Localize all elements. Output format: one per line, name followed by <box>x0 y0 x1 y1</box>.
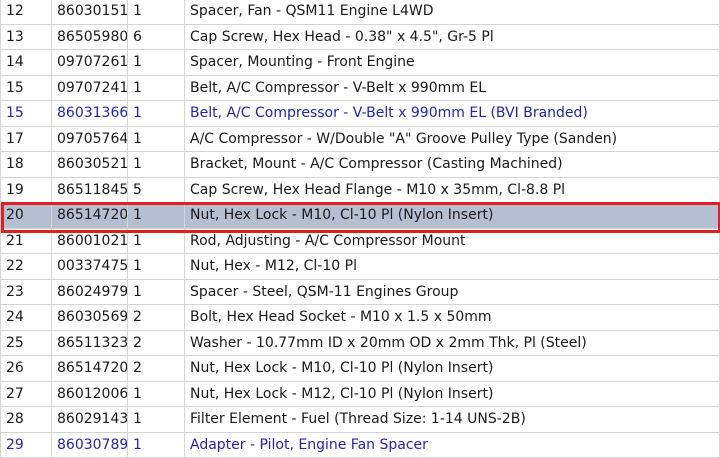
parts-list-body: 12 86030151 1 Spacer, Fan - QSM11 Engine L4… <box>0 0 720 458</box>
description-cell: Nut, Hex Lock - M10, Cl-10 Pl (Nylon Ins… <box>184 202 720 229</box>
description-cell: Cap Screw, Hex Head Flange - M10 x 35mm,… <box>184 176 720 203</box>
part-number-cell: 86514720 <box>51 202 128 229</box>
part-number-cell: 86029143 <box>51 406 128 433</box>
row-number-cell: 20 <box>0 202 52 229</box>
table-row[interactable]: 26 86514720 2 Nut, Hex Lock - M10, Cl-10 Pl… <box>0 355 720 382</box>
part-number-cell: 09707261 <box>51 49 128 76</box>
row-number-cell: 15 <box>0 74 52 101</box>
quantity-cell: 6 <box>127 23 185 50</box>
table-row[interactable]: 19 86511845 5 Cap Screw, Hex Head Flange - … <box>0 176 720 203</box>
table-row[interactable]: 29 86030789 1 Adapter - Pilot, Engine Fan S… <box>0 431 720 458</box>
row-number-cell: 12 <box>0 0 52 25</box>
row-number-cell: 25 <box>0 329 52 356</box>
row-number-cell: 24 <box>0 304 52 331</box>
part-number-cell: 86012006 <box>51 380 128 407</box>
row-number-cell: 28 <box>0 406 52 433</box>
description-cell: Belt, A/C Compressor - V-Belt x 990mm EL <box>184 74 720 101</box>
row-number-cell: 18 <box>0 151 52 178</box>
description-cell[interactable]: Adapter - Pilot, Engine Fan Spacer <box>184 431 720 458</box>
row-number-cell: 17 <box>0 125 52 152</box>
description-cell: Spacer, Mounting - Front Engine <box>184 49 720 76</box>
table-row[interactable]: 17 09705764 1 A/C Compressor - W/Double "A"… <box>0 125 720 152</box>
part-number-cell: 09705764 <box>51 125 128 152</box>
table-row[interactable]: 20 86514720 1 Nut, Hex Lock - M10, Cl-10 Pl… <box>0 202 720 229</box>
quantity-cell: 1 <box>127 49 185 76</box>
quantity-cell: 2 <box>127 304 185 331</box>
part-number-cell: 86514720 <box>51 355 128 382</box>
quantity-cell: 2 <box>127 355 185 382</box>
quantity-cell: 1 <box>127 227 185 254</box>
table-row[interactable]: 18 86030521 1 Bracket, Mount - A/C Compress… <box>0 151 720 178</box>
quantity-cell: 1 <box>127 0 185 25</box>
row-number-cell[interactable]: 15 <box>0 100 52 127</box>
row-number-cell[interactable]: 29 <box>0 431 52 458</box>
table-row[interactable]: 15 09707241 1 Belt, A/C Compressor - V-Belt… <box>0 74 720 101</box>
row-number-cell: 21 <box>0 227 52 254</box>
quantity-cell: 1 <box>127 125 185 152</box>
part-number-cell: 86511845 <box>51 176 128 203</box>
description-cell: Bolt, Hex Head Socket - M10 x 1.5 x 50mm <box>184 304 720 331</box>
description-cell: Filter Element - Fuel (Thread Size: 1-14… <box>184 406 720 433</box>
table-row[interactable]: 14 09707261 1 Spacer, Mounting - Front Engi… <box>0 49 720 76</box>
row-number-cell: 22 <box>0 253 52 280</box>
row-number-cell: 26 <box>0 355 52 382</box>
part-number-cell: 86030521 <box>51 151 128 178</box>
quantity-cell[interactable]: 1 <box>127 431 185 458</box>
description-cell: A/C Compressor - W/Double "A" Groove Pul… <box>184 125 720 152</box>
part-number-cell: 09707241 <box>51 74 128 101</box>
quantity-cell: 5 <box>127 176 185 203</box>
quantity-cell: 1 <box>127 202 185 229</box>
row-number-cell: 23 <box>0 278 52 305</box>
quantity-cell: 1 <box>127 253 185 280</box>
table-row[interactable]: 28 86029143 1 Filter Element - Fuel (Thread… <box>0 406 720 433</box>
quantity-cell: 1 <box>127 406 185 433</box>
part-number-cell: 86511323 <box>51 329 128 356</box>
part-number-cell: 86505980 <box>51 23 128 50</box>
row-number-cell: 27 <box>0 380 52 407</box>
part-number-cell: 86030569 <box>51 304 128 331</box>
description-cell: Nut, Hex Lock - M10, Cl-10 Pl (Nylon Ins… <box>184 355 720 382</box>
quantity-cell: 1 <box>127 151 185 178</box>
table-row[interactable]: 22 00337475 1 Nut, Hex - M12, Cl-10 Pl <box>0 253 720 280</box>
table-row[interactable]: 23 86024979 1 Spacer - Steel, QSM-11 Engine… <box>0 278 720 305</box>
row-number-cell: 13 <box>0 23 52 50</box>
table-row[interactable]: 13 86505980 6 Cap Screw, Hex Head - 0.38" x… <box>0 23 720 50</box>
description-cell: Cap Screw, Hex Head - 0.38" x 4.5", Gr-5… <box>184 23 720 50</box>
part-number-cell: 86030151 <box>51 0 128 25</box>
table-row[interactable]: 21 86001021 1 Rod, Adjusting - A/C Compress… <box>0 227 720 254</box>
description-cell: Bracket, Mount - A/C Compressor (Casting… <box>184 151 720 178</box>
description-cell: Spacer - Steel, QSM-11 Engines Group <box>184 278 720 305</box>
table-row[interactable]: 27 86012006 1 Nut, Hex Lock - M12, Cl-10 Pl… <box>0 380 720 407</box>
table-row[interactable]: 25 86511323 2 Washer - 10.77mm ID x 20mm OD… <box>0 329 720 356</box>
quantity-cell[interactable]: 1 <box>127 100 185 127</box>
quantity-cell: 2 <box>127 329 185 356</box>
part-number-cell: 86001021 <box>51 227 128 254</box>
parts-list-table: 12 86030151 1 Spacer, Fan - QSM11 Engine L4… <box>0 0 720 458</box>
row-number-cell: 14 <box>0 49 52 76</box>
part-number-cell: 86024979 <box>51 278 128 305</box>
description-cell: Washer - 10.77mm ID x 20mm OD x 2mm Thk,… <box>184 329 720 356</box>
quantity-cell: 1 <box>127 278 185 305</box>
description-cell: Nut, Hex Lock - M12, Cl-10 Pl (Nylon Ins… <box>184 380 720 407</box>
description-cell: Rod, Adjusting - A/C Compressor Mount <box>184 227 720 254</box>
table-row[interactable]: 24 86030569 2 Bolt, Hex Head Socket - M10 x… <box>0 304 720 331</box>
description-cell: Nut, Hex - M12, Cl-10 Pl <box>184 253 720 280</box>
description-cell: Spacer, Fan - QSM11 Engine L4WD <box>184 0 720 25</box>
row-number-cell: 19 <box>0 176 52 203</box>
quantity-cell: 1 <box>127 74 185 101</box>
part-number-cell: 00337475 <box>51 253 128 280</box>
part-number-cell[interactable]: 86031366 <box>51 100 128 127</box>
quantity-cell: 1 <box>127 380 185 407</box>
description-cell[interactable]: Belt, A/C Compressor - V-Belt x 990mm EL… <box>184 100 720 127</box>
part-number-cell[interactable]: 86030789 <box>51 431 128 458</box>
table-row[interactable]: 15 86031366 1 Belt, A/C Compressor - V-Belt… <box>0 100 720 127</box>
table-row[interactable]: 12 86030151 1 Spacer, Fan - QSM11 Engine L4… <box>0 0 720 25</box>
